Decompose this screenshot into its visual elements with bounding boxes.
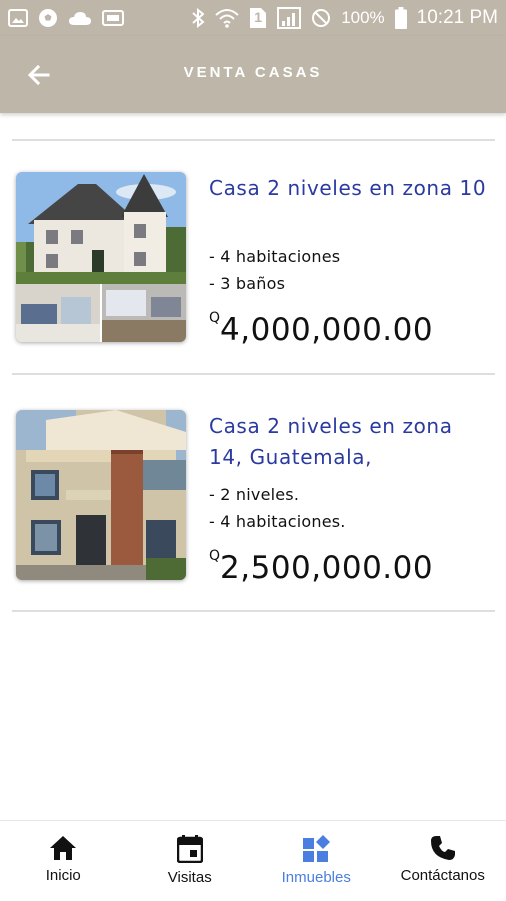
divider <box>12 610 495 612</box>
nav-label: Visitas <box>168 869 212 886</box>
listing-photo <box>16 172 186 342</box>
battery-icon <box>395 7 407 29</box>
listing-feature: - 2 niveles. <box>209 485 299 504</box>
nav-item-inmuebles[interactable]: Inmuebles <box>253 821 380 901</box>
dashboard-icon <box>302 835 330 863</box>
currency-symbol: Q <box>209 548 220 564</box>
battery-percent: 100% <box>341 8 384 28</box>
listing-price: Q2,500,000.00 <box>209 550 433 586</box>
nav-item-visitas[interactable]: Visitas <box>127 821 254 901</box>
wifi-icon <box>215 8 239 28</box>
do-not-disturb-icon <box>311 8 331 28</box>
listing-card[interactable]: Casa 2 niveles en zona 10 - 4 habitacion… <box>12 172 495 350</box>
bluetooth-icon <box>191 8 205 28</box>
signal-icon <box>277 7 301 29</box>
listing-feature: - 4 habitaciones <box>209 247 340 266</box>
currency-symbol: Q <box>209 310 220 326</box>
cloud-icon <box>68 10 92 26</box>
app-bar: VENTA CASAS <box>0 36 506 113</box>
sim-slot-icon: 1 <box>249 7 267 29</box>
listing-feature: - 4 habitaciones. <box>209 512 346 531</box>
nav-item-contactanos[interactable]: Contáctanos <box>380 821 506 901</box>
nav-label: Inmuebles <box>282 869 351 886</box>
price-amount: 2,500,000.00 <box>220 550 433 586</box>
listing-card[interactable]: Casa 2 niveles en zona 14, Guatemala, - … <box>12 410 495 588</box>
listing-title[interactable]: Casa 2 niveles en zona 10 <box>209 173 489 204</box>
listing-photo <box>16 410 186 580</box>
soccer-ball-icon <box>38 8 58 28</box>
nav-item-inicio[interactable]: Inicio <box>0 821 127 901</box>
nav-label: Inicio <box>46 867 81 884</box>
bottom-nav: Inicio Visitas Inmuebles Contáctanos <box>0 820 506 901</box>
phone-icon <box>430 835 456 861</box>
image-icon <box>8 9 28 27</box>
nav-label: Contáctanos <box>401 867 485 884</box>
divider <box>12 139 495 141</box>
divider <box>12 373 495 375</box>
listing-feature: - 3 baños <box>209 274 285 293</box>
calendar-icon <box>177 835 203 863</box>
status-bar: 1 100% 10:21 PM <box>0 0 506 36</box>
listing-price: Q4,000,000.00 <box>209 312 433 348</box>
sim-card-icon <box>102 10 124 26</box>
price-amount: 4,000,000.00 <box>220 312 433 348</box>
page-title: VENTA CASAS <box>0 64 506 81</box>
home-icon <box>49 835 77 861</box>
listing-title[interactable]: Casa 2 niveles en zona 14, Guatemala, <box>209 411 489 473</box>
sim-slot-label: 1 <box>249 9 267 25</box>
status-time: 10:21 PM <box>417 7 498 29</box>
